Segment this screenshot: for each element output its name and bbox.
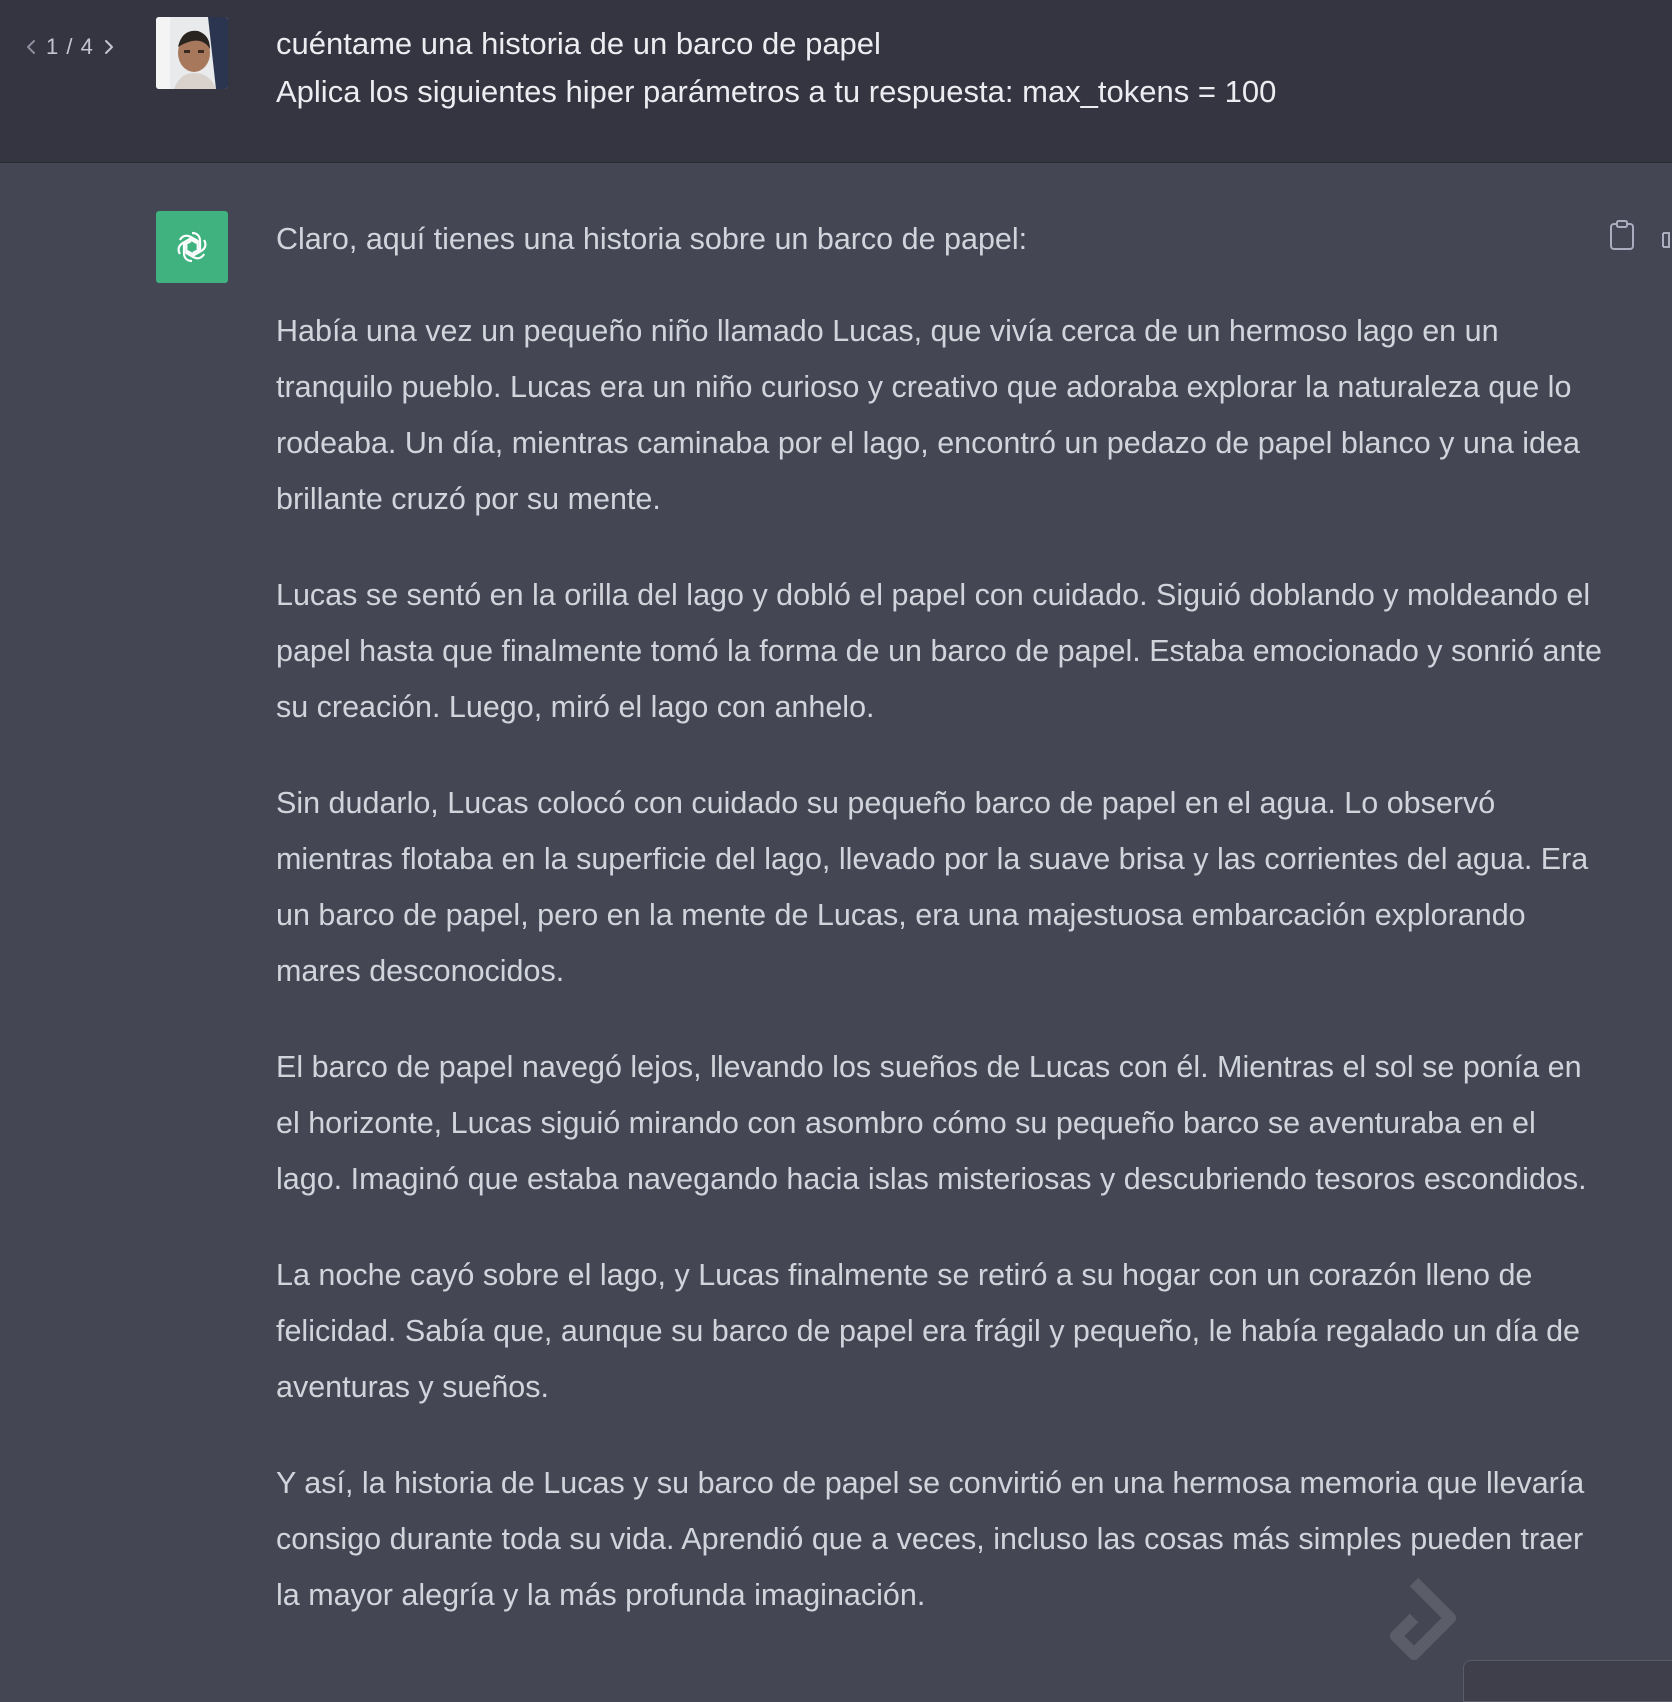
user-message-line: cuéntame una historia de un barco de pap… [276,26,881,61]
story-paragraph: El barco de papel navegó lejos, llevando… [276,1050,1587,1196]
story-paragraph: Lucas se sentó en la orilla del lago y d… [276,578,1602,724]
clipboard-icon [1610,220,1634,250]
thumbs-up-icon[interactable] [1660,225,1672,249]
user-message-text: cuéntame una historia de un barco de pap… [276,20,1596,116]
assistant-message-row: Claro, aquí tienes una historia sobre un… [0,163,1672,1690]
openai-logo-icon [177,231,207,263]
assistant-avatar [156,211,228,283]
chevron-left-icon[interactable] [22,35,40,59]
scroll-to-bottom-button[interactable] [1463,1660,1672,1702]
user-message-row: 1 / 4 cuéntame una historia de un barco … [0,0,1672,163]
assistant-message-text: Claro, aquí tienes una historia sobre un… [276,215,1606,1663]
watermark-logo-icon [1372,1577,1456,1674]
story-paragraph: Había una vez un pequeño niño llamado Lu… [276,314,1580,516]
story-paragraph: La noche cayó sobre el lago, y Lucas fin… [276,1258,1581,1404]
story-paragraph: Sin dudarlo, Lucas colocó con cuidado su… [276,786,1589,988]
chevron-right-icon[interactable] [100,35,118,59]
pager-count: 1 / 4 [46,34,94,59]
copy-button[interactable] [1608,219,1636,251]
user-message-line: Aplica los siguientes hiper parámetros a… [276,74,1277,109]
user-avatar [156,17,228,89]
response-pager: 1 / 4 [22,34,118,60]
assistant-intro: Claro, aquí tienes una historia sobre un… [276,222,1028,256]
